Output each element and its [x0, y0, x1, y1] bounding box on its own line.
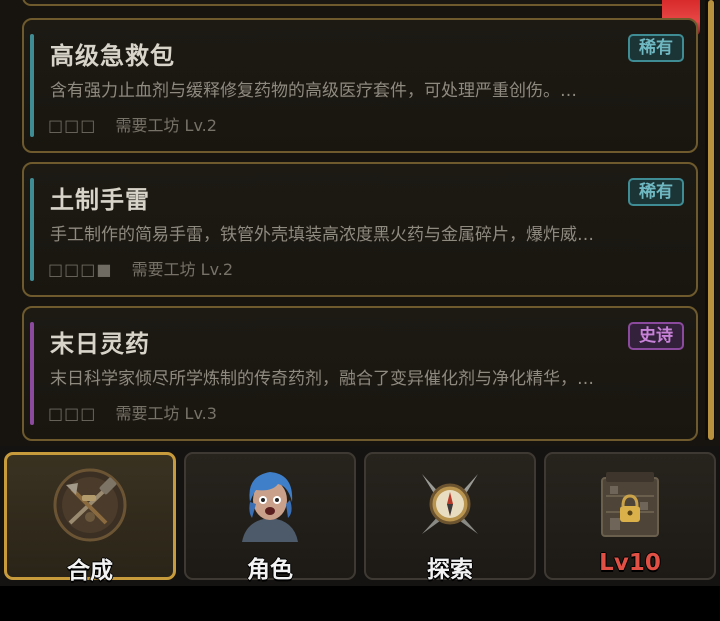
tab-shop-locked[interactable]: Lv10: [544, 452, 716, 580]
tab-label: Lv10: [599, 550, 661, 576]
rarity-accent-bar: [30, 322, 34, 425]
crafting-tools-icon: [53, 468, 127, 542]
rarity-badge: 稀有: [628, 178, 684, 206]
recipe-meta: □□□ 需要工坊 Lv.3: [48, 400, 217, 424]
recipe-title: 土制手雷: [50, 186, 150, 214]
recipe-list[interactable]: 高级急救包 稀有 含有强力止血剂与缓释修复药物的高级医疗套件，可处理严重创伤。……: [0, 0, 720, 446]
ingredient-slots: □□□: [48, 116, 97, 135]
recipe-card-advanced-medkit[interactable]: 高级急救包 稀有 含有强力止血剂与缓释修复药物的高级医疗套件，可处理严重创伤。……: [22, 18, 698, 153]
crafting-screen: 高级急救包 稀有 含有强力止血剂与缓释修复药物的高级医疗套件，可处理严重创伤。……: [0, 0, 720, 621]
recipe-title: 末日灵药: [50, 330, 150, 358]
workshop-requirement: 需要工坊 Lv.2: [131, 260, 234, 279]
previous-recipe-card-edge[interactable]: [22, 0, 696, 6]
rarity-accent-bar: [30, 34, 34, 137]
workshop-requirement: 需要工坊 Lv.2: [115, 116, 217, 135]
recipe-meta: □□□■ 需要工坊 Lv.2: [48, 256, 233, 280]
recipe-meta: □□□ 需要工坊 Lv.2: [48, 112, 217, 136]
locked-shop-icon: [601, 472, 659, 537]
recipe-description: 手工制作的简易手雷，铁管外壳填装高浓度黑火药与金属碎片，爆炸威…: [50, 225, 594, 245]
ingredient-slots: □□□: [48, 404, 97, 423]
tab-label: 合成: [67, 558, 113, 584]
workshop-requirement: 需要工坊 Lv.3: [115, 404, 217, 423]
rarity-badge: 史诗: [628, 322, 684, 350]
recipe-title: 高级急救包: [50, 42, 175, 70]
rarity-badge: 稀有: [628, 34, 684, 62]
recipe-card-doomsday-elixir[interactable]: 末日灵药 史诗 末日科学家倾尽所学炼制的传奇药剂，融合了变异催化剂与净化精华，……: [22, 306, 698, 441]
tab-label: 探索: [427, 557, 473, 583]
tab-crafting[interactable]: 合成: [4, 452, 176, 584]
tab-label: 角色: [247, 557, 293, 583]
rarity-accent-bar: [30, 178, 34, 281]
survivor-portrait-icon: [242, 472, 298, 542]
system-bar: [0, 586, 720, 621]
compass-knives-icon: [422, 474, 478, 534]
bottom-navigation: 合成 角色 探索 Lv10: [0, 446, 720, 586]
scrollbar-thumb[interactable]: [708, 0, 714, 440]
recipe-description: 末日科学家倾尽所学炼制的传奇药剂，融合了变异催化剂与净化精华，…: [50, 369, 594, 389]
recipe-card-homemade-grenade[interactable]: 土制手雷 稀有 手工制作的简易手雷，铁管外壳填装高浓度黑火药与金属碎片，爆炸威……: [22, 162, 698, 297]
tab-character[interactable]: 角色: [184, 452, 356, 583]
recipe-description: 含有强力止血剂与缓释修复药物的高级医疗套件，可处理严重创伤。…: [50, 81, 577, 101]
ingredient-slots: □□□■: [48, 260, 113, 279]
tab-explore[interactable]: 探索: [364, 452, 536, 583]
